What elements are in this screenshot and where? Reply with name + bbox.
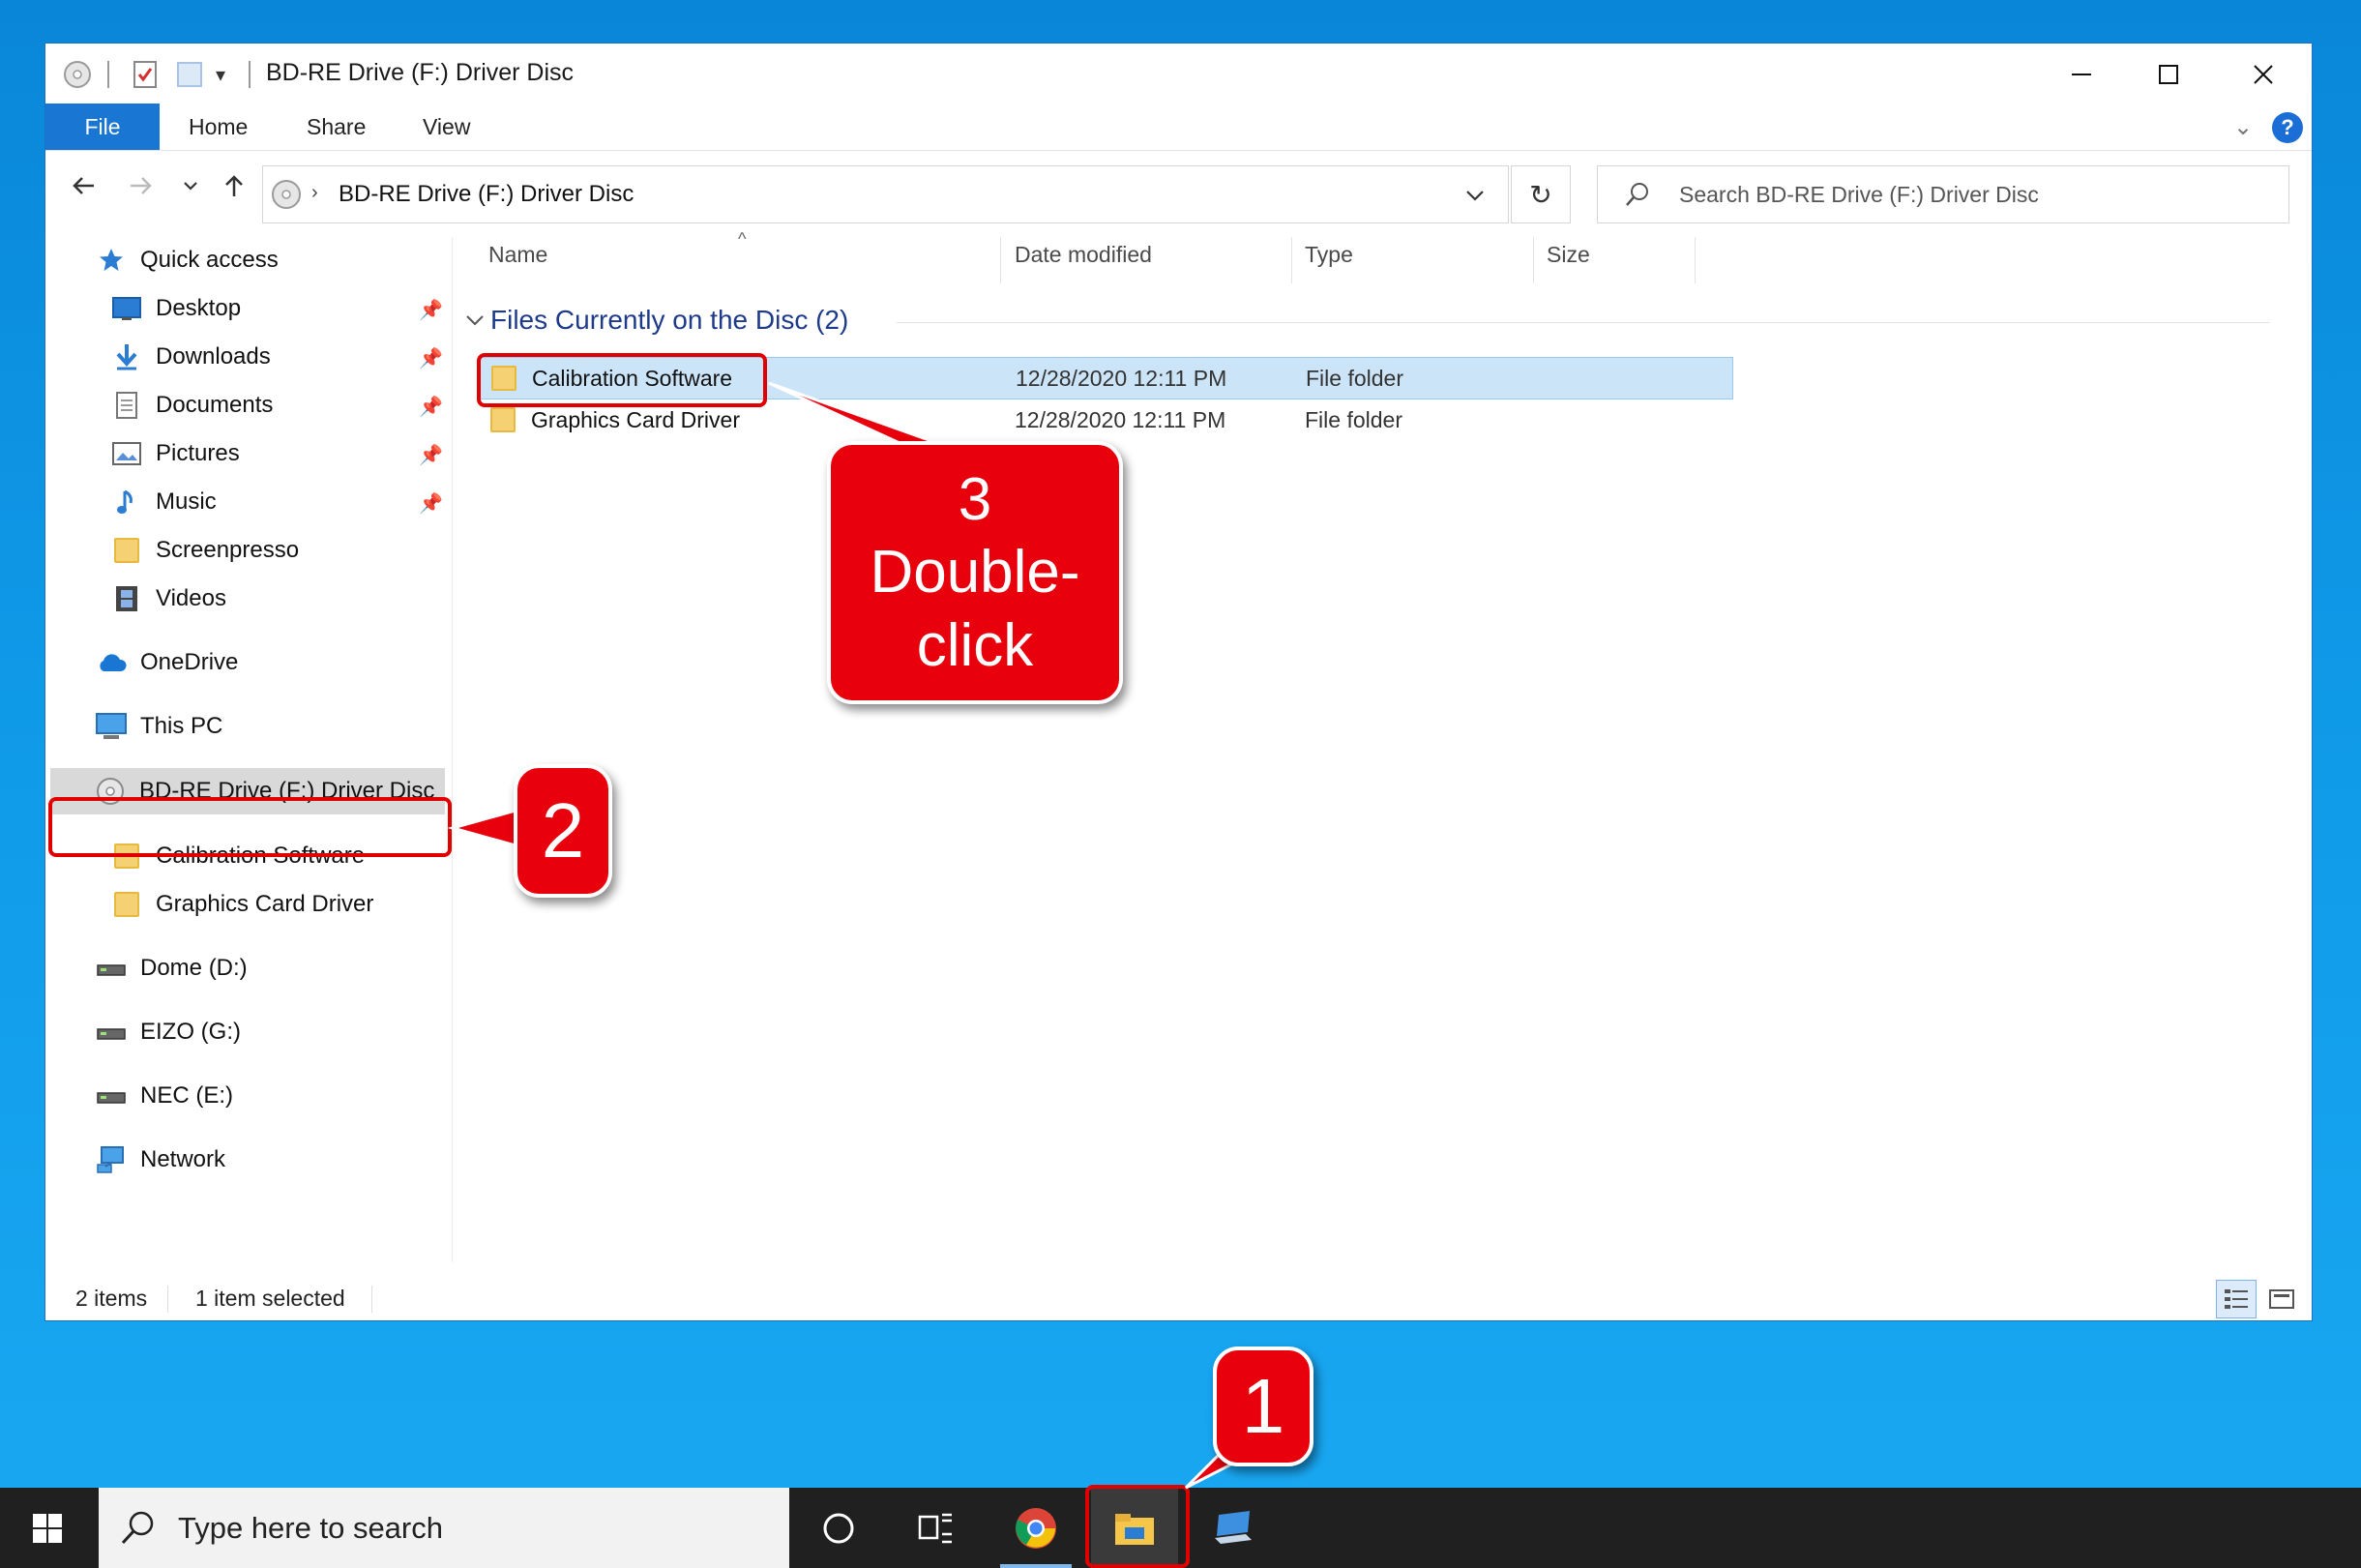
- callout-step-2-number: 2: [541, 787, 585, 873]
- callout-2-pointer: [447, 807, 524, 849]
- callout-step-2: 2: [514, 764, 612, 898]
- callout-step-3-line2: Double-: [870, 539, 1080, 606]
- callout-step-3-number: 3: [958, 465, 992, 533]
- callout-step-1: 1: [1213, 1346, 1313, 1466]
- callout-pointers: [447, 381, 1261, 1490]
- callout-step-3-line3: click: [916, 611, 1034, 679]
- callout-step-3: 3 Double- click: [827, 441, 1123, 704]
- callout-step-1-number: 1: [1241, 1363, 1285, 1449]
